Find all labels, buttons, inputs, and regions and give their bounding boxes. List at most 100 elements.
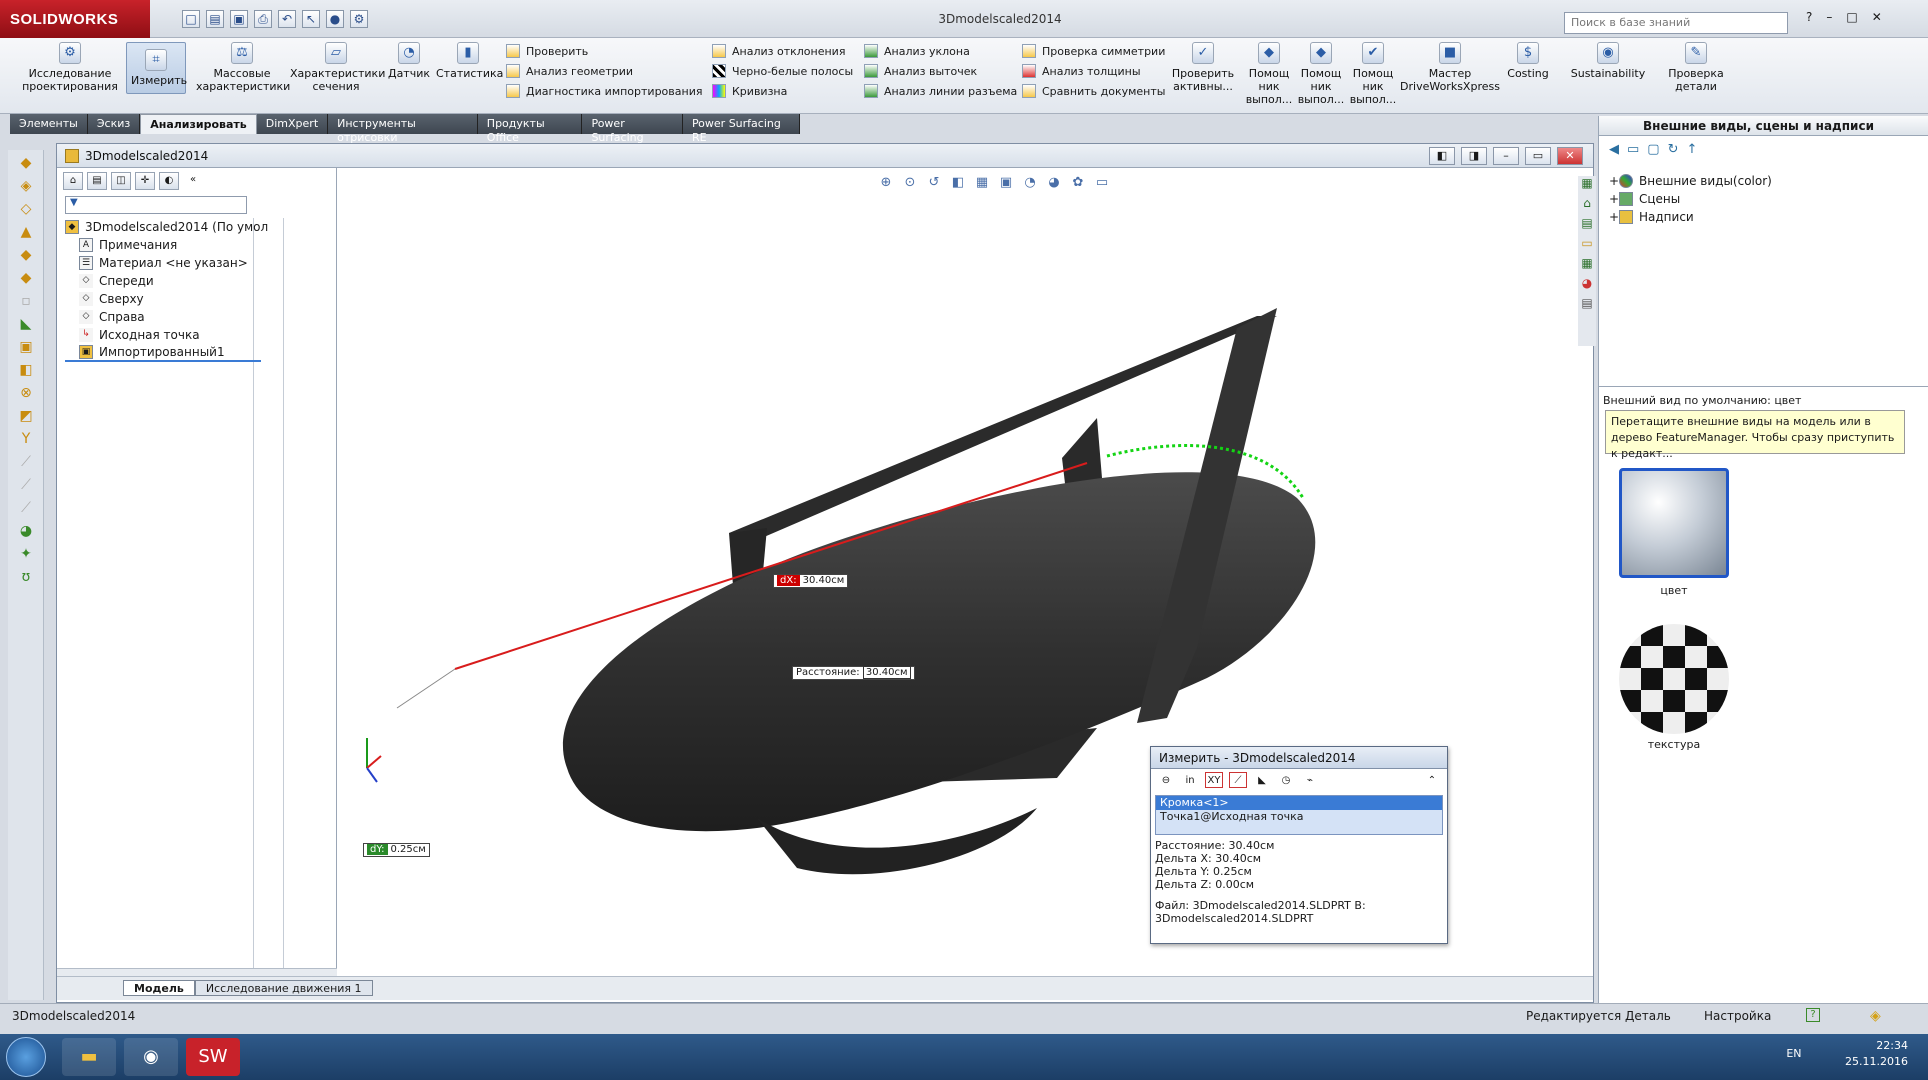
save-icon[interactable]: ▣	[230, 10, 248, 28]
ribbon-btn-part-review[interactable]: ✎ Проверка детали	[1656, 42, 1736, 93]
tab-model[interactable]: Модель	[123, 980, 195, 996]
tree-item-front-plane[interactable]: ◇ Спереди	[65, 272, 305, 290]
ribbon-btn-driveworks[interactable]: ■ Мастер DriveWorksXpress	[1400, 42, 1500, 93]
propertymanager-tab-icon[interactable]: ▤	[87, 172, 107, 190]
appearances-icon[interactable]: ◕	[1578, 276, 1596, 296]
tag-icon[interactable]: ◈	[1870, 1008, 1881, 1024]
ribbon-btn-design-study[interactable]: ⚙ Исследование проектирования	[14, 42, 126, 93]
tab-sketch-ink[interactable]: Инструменты отрисовки	[328, 114, 478, 144]
shell-icon[interactable]: ▣	[16, 337, 36, 357]
ribbon-btn-sustainability[interactable]: ◉ Sustainability	[1566, 42, 1650, 80]
rebuild-icon[interactable]: ●	[326, 10, 344, 28]
featuremanager-tab-icon[interactable]: ⌂	[63, 172, 83, 190]
ribbon-item-symmetry-check[interactable]: Проверка симметрии	[1022, 42, 1172, 62]
back-icon[interactable]: ◀	[1609, 142, 1619, 157]
view-palette-icon[interactable]: ▦	[1578, 256, 1596, 276]
ribbon-btn-section-properties[interactable]: ▱ Характеристики сечения	[290, 42, 385, 93]
folder-icon[interactable]: ▭	[1578, 236, 1596, 256]
projection-icon[interactable]: ◣	[1253, 772, 1271, 788]
tab-dimxpert[interactable]: DimXpert	[256, 114, 329, 134]
fillet-icon[interactable]: ▫	[16, 291, 36, 311]
units-icon[interactable]: in	[1181, 772, 1199, 788]
tree-item-annotations[interactable]: A Примечания	[65, 236, 305, 254]
tree-root[interactable]: ◆ 3Dmodelscaled2014 (По умол	[65, 218, 305, 236]
tile-right-icon[interactable]: ◨	[1461, 147, 1487, 165]
tree-item-imported[interactable]: ▣ Импортированный1	[65, 344, 261, 362]
select-icon[interactable]: ↖	[302, 10, 320, 28]
ribbon-btn-measure[interactable]: ⌗ Измерить	[126, 42, 187, 94]
tree-item-material[interactable]: ☰ Материал <не указан>	[65, 254, 305, 272]
measure-history-icon[interactable]: ◷	[1277, 772, 1295, 788]
up-icon[interactable]: ↑	[1687, 142, 1698, 157]
arc-options-icon[interactable]: ⊖	[1157, 772, 1175, 788]
cut-icon[interactable]: ◆	[16, 268, 36, 288]
ribbon-item-compare-documents[interactable]: Сравнить документы	[1022, 82, 1172, 102]
ribbon-item-geometry-analysis[interactable]: Анализ геометрии	[506, 62, 698, 82]
tab-sketch[interactable]: Эскиз	[87, 114, 141, 134]
reference-geometry-icon[interactable]: ✦	[16, 544, 36, 564]
loft-icon[interactable]: ▲	[16, 222, 36, 242]
custom-properties-icon[interactable]: ▤	[1578, 296, 1596, 316]
collapse-panel-icon[interactable]: «	[183, 172, 203, 190]
close-icon[interactable]: ✕	[1872, 10, 1882, 24]
xyz-dimensions-icon[interactable]: XY	[1205, 772, 1223, 788]
clock[interactable]: 22:34 25.11.2016	[1845, 1038, 1908, 1070]
search-input[interactable]: Поиск в базе знаний	[1564, 12, 1788, 34]
collapse-dialog-icon[interactable]: ⌃	[1423, 772, 1441, 788]
sweep-icon[interactable]: ◇	[16, 199, 36, 219]
help-icon[interactable]: ?	[1806, 1008, 1820, 1022]
displaymanager-tab-icon[interactable]: ◐	[159, 172, 179, 190]
sw-resources-icon[interactable]: ▦	[1578, 176, 1596, 196]
ribbon-btn-statistics[interactable]: ▮ Статистика	[436, 42, 503, 80]
point-to-point-icon[interactable]: ⟋	[1229, 772, 1247, 788]
new-folder-icon[interactable]: ▢	[1647, 142, 1659, 157]
tile-left-icon[interactable]: ◧	[1429, 147, 1455, 165]
surface-icon[interactable]: ◣	[16, 314, 36, 334]
doc-close-icon[interactable]: ✕	[1557, 147, 1583, 165]
start-button[interactable]	[6, 1037, 46, 1077]
knit-icon[interactable]: ◕	[16, 521, 36, 541]
help-icon[interactable]: ?	[1806, 10, 1812, 24]
maximize-icon[interactable]: □	[1846, 10, 1857, 24]
tab-power-surfacing[interactable]: Power Surfacing	[582, 114, 683, 144]
solidworks-taskbar-icon[interactable]: SW	[186, 1038, 240, 1076]
curves-icon[interactable]: ʊ	[16, 567, 36, 587]
ribbon-item-draft-analysis[interactable]: Анализ уклона	[864, 42, 1014, 62]
delete-face-icon[interactable]: ⟋	[16, 475, 36, 495]
tree-item-scenes[interactable]: + Сцены	[1609, 190, 1772, 208]
ribbon-item-undercut-analysis[interactable]: Анализ выточек	[864, 62, 1014, 82]
ribbon-item-curvature[interactable]: Кривизна	[712, 82, 862, 102]
open-file-icon[interactable]: ▤	[206, 10, 224, 28]
design-library-icon[interactable]: ⌂	[1578, 196, 1596, 216]
language-indicator[interactable]: EN	[1786, 1046, 1801, 1062]
selection-item[interactable]: Точка1@Исходная точка	[1156, 810, 1442, 824]
ribbon-btn-wizard-3[interactable]: ✔ Помощ ник выпол...	[1348, 42, 1398, 106]
tree-item-decals[interactable]: + Надписи	[1609, 208, 1772, 226]
ribbon-btn-wizard-2[interactable]: ◆ Помощ ник выпол...	[1296, 42, 1346, 106]
tree-item-appearances[interactable]: + Внешние виды(color)	[1609, 172, 1772, 190]
configurationmanager-tab-icon[interactable]: ◫	[111, 172, 131, 190]
folder-open-icon[interactable]: ▭	[1627, 142, 1639, 157]
rib-icon[interactable]: ◧	[16, 360, 36, 380]
tree-filter[interactable]: ▼	[65, 196, 247, 214]
refresh-icon[interactable]: ↻	[1668, 142, 1679, 157]
doc-restore-icon[interactable]: ▭	[1525, 147, 1551, 165]
split-icon[interactable]: Y	[16, 429, 36, 449]
tree-item-top-plane[interactable]: ◇ Сверху	[65, 290, 305, 308]
solidworks-logo[interactable]: SOLIDWORKS	[0, 0, 150, 38]
ribbon-item-check[interactable]: Проверить	[506, 42, 698, 62]
status-units[interactable]: Настройка	[1704, 1009, 1771, 1023]
new-file-icon[interactable]: □	[182, 10, 200, 28]
tab-motion-study[interactable]: Исследование движения 1	[194, 980, 373, 996]
swatch-texture[interactable]	[1619, 624, 1729, 734]
tab-features[interactable]: Элементы	[10, 114, 88, 134]
ribbon-btn-check-active[interactable]: ✓ Проверить активны...	[1168, 42, 1238, 93]
move-face-icon[interactable]: ⟋	[16, 452, 36, 472]
ribbon-btn-sensor[interactable]: ◔ Датчик	[384, 42, 434, 80]
minimize-icon[interactable]: –	[1826, 10, 1832, 24]
selection-list[interactable]: Кромка<1> Точка1@Исходная точка	[1155, 795, 1443, 835]
create-sensor-icon[interactable]: ⌁	[1301, 772, 1319, 788]
revolve-icon[interactable]: ◈	[16, 176, 36, 196]
options-icon[interactable]: ⚙	[350, 10, 368, 28]
ribbon-btn-mass-properties[interactable]: ⚖ Массовые характеристики	[196, 42, 290, 93]
